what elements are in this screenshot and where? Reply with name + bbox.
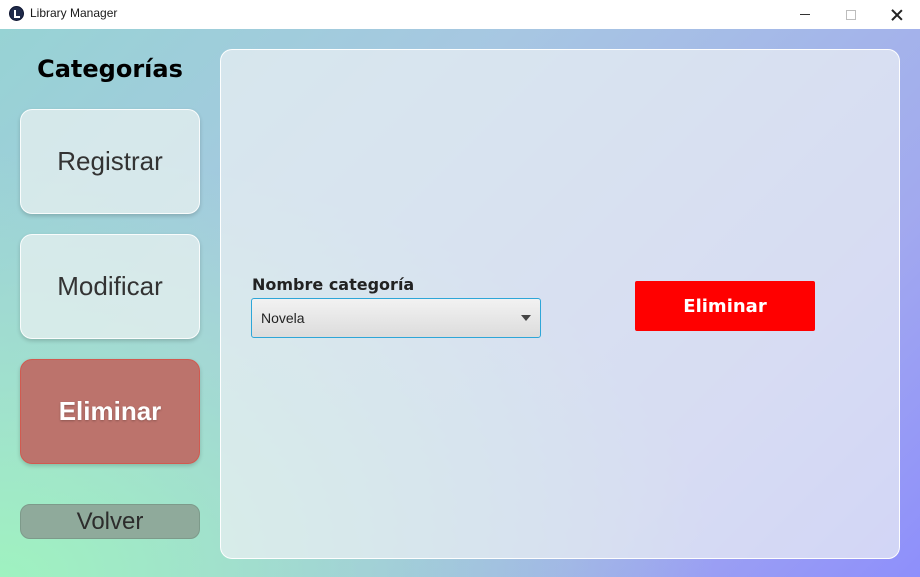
library-logo-icon: [9, 6, 24, 21]
sidebar-title: Categorías: [37, 55, 183, 83]
maximize-button[interactable]: [828, 0, 874, 29]
minimize-icon: [800, 14, 810, 15]
form-panel: Nombre categoría Novela Eliminar: [220, 49, 900, 559]
window-content: Categorías Registrar Modificar Eliminar …: [0, 29, 920, 577]
chevron-down-icon[interactable]: [521, 315, 531, 321]
volver-button[interactable]: Volver: [20, 504, 200, 539]
window-title: Library Manager: [30, 6, 118, 20]
title-bar: Library Manager: [0, 0, 920, 29]
close-icon: [891, 9, 903, 21]
registrar-button[interactable]: Registrar: [20, 109, 200, 214]
close-button[interactable]: [874, 0, 920, 29]
eliminar-submit-button[interactable]: Eliminar: [635, 281, 815, 331]
minimize-button[interactable]: [782, 0, 828, 29]
eliminar-nav-button[interactable]: Eliminar: [20, 359, 200, 464]
category-select[interactable]: Novela: [251, 298, 541, 338]
category-select-value: Novela: [261, 310, 305, 326]
modificar-button[interactable]: Modificar: [20, 234, 200, 339]
category-name-label: Nombre categoría: [252, 275, 415, 294]
maximize-icon: [846, 9, 856, 20]
